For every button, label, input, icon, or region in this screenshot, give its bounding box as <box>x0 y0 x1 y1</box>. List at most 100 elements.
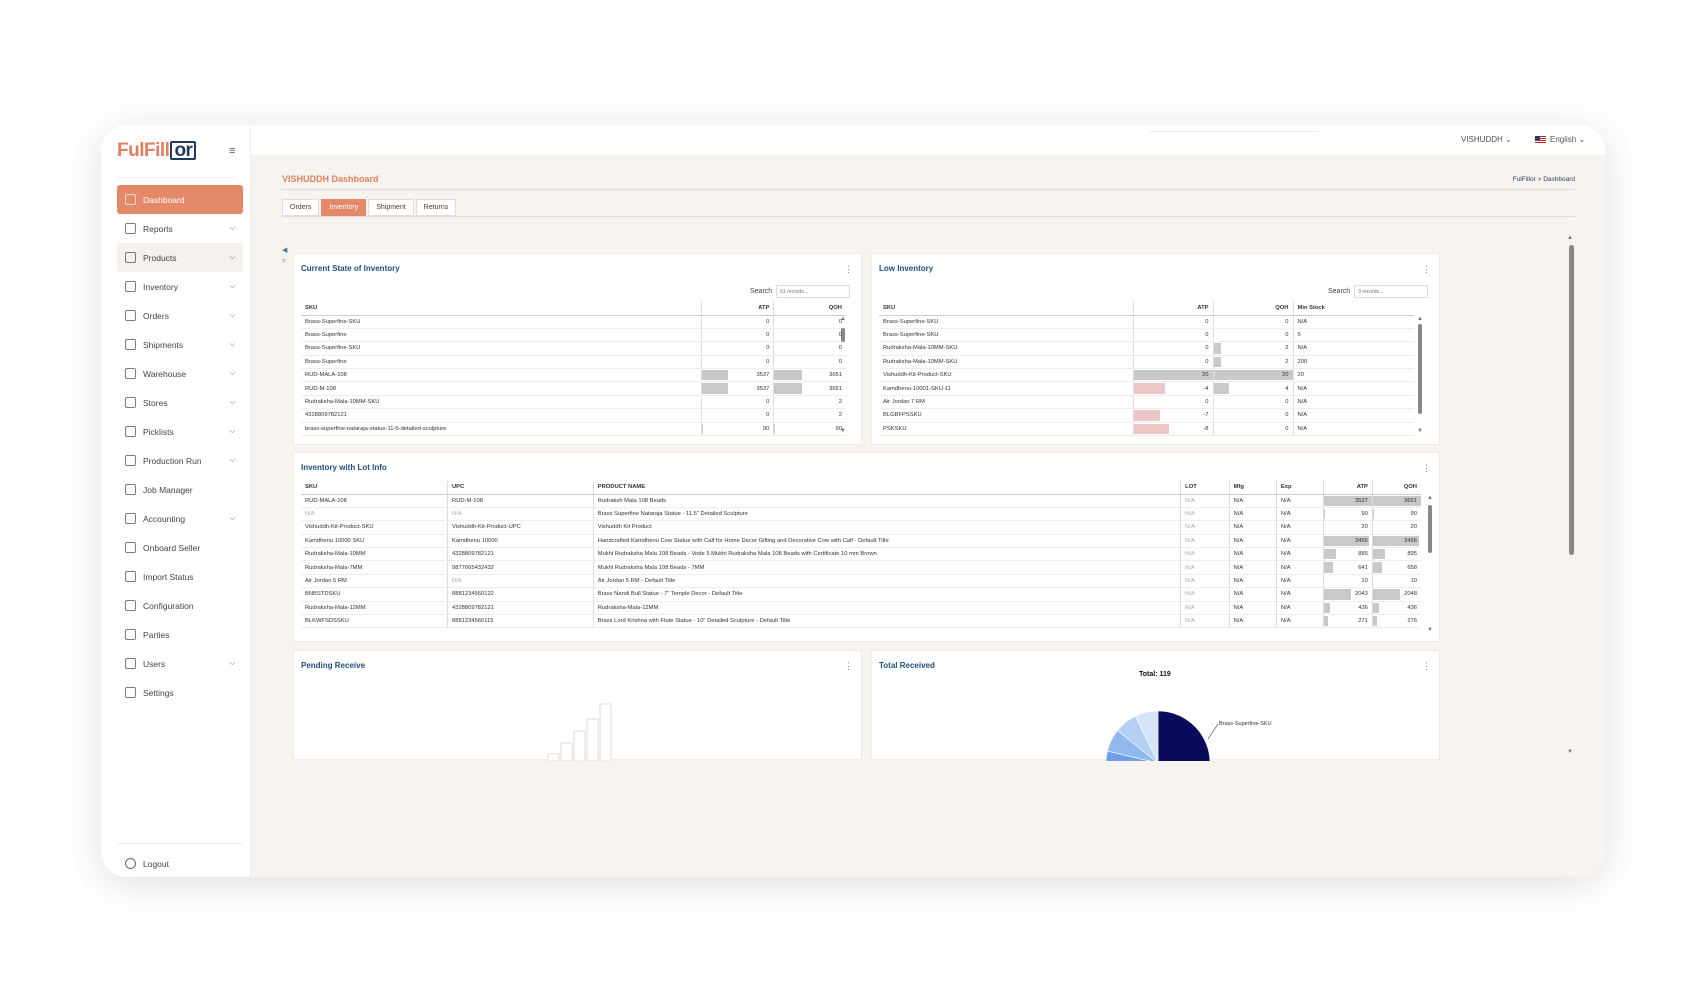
table-row[interactable]: Rudraksha-Mala-10MM-SKU 0 2 N/A <box>879 341 1414 356</box>
chart-bar[interactable] <box>573 730 586 761</box>
sidebar-item-reports[interactable]: Reports ⌵ <box>117 214 243 243</box>
app-logo[interactable]: FulFill or <box>117 140 197 162</box>
language-selector[interactable]: English ⌄ <box>1535 135 1585 144</box>
column-header-lot[interactable]: LOT <box>1180 481 1230 495</box>
scroll-down-icon[interactable]: ▼ <box>1567 749 1573 755</box>
column-header-min-stock[interactable]: Min Stock <box>1292 302 1414 316</box>
table-row[interactable]: Air Jordan 5 RM N/A Air Jordan 5 RM - Defa… <box>301 574 1421 589</box>
scroll-down-icon[interactable]: ▼ <box>1427 627 1433 633</box>
chevron-down-icon[interactable]: ⌵ <box>230 225 235 233</box>
sidebar-item-accounting[interactable]: Accounting ⌵ <box>117 504 243 533</box>
chart-bar[interactable] <box>547 753 560 761</box>
sidebar-item-orders[interactable]: Orders ⌵ <box>117 301 243 330</box>
table-row[interactable]: Brass-Superfine-SKU 0 0 5 <box>879 328 1414 343</box>
sidebar-item-import-status[interactable]: Import Status <box>117 562 243 591</box>
more-vertical-icon[interactable]: ⋮ <box>1422 463 1431 474</box>
sidebar-item-job-manager[interactable]: Job Manager <box>117 475 243 504</box>
table-row[interactable]: Brass-Superfine-SKU 0 0 <box>301 341 846 356</box>
table-row[interactable]: Kamdhenu-10001-SKU-11 -4 4 N/A <box>879 381 1414 396</box>
chevron-down-icon[interactable]: ⌵ <box>230 457 235 465</box>
more-vertical-icon[interactable]: ⋮ <box>1422 264 1431 275</box>
table-row[interactable]: Air Jordan 7 RM 0 0 N/A <box>879 395 1414 410</box>
table-row[interactable]: 4328809782121 0 2 <box>301 408 846 423</box>
sidebar-item-stores[interactable]: Stores ⌵ <box>117 388 243 417</box>
chart-bar[interactable] <box>560 742 573 761</box>
column-header-sku[interactable]: SKU <box>301 302 702 316</box>
column-header-qoh[interactable]: QOH <box>1212 302 1293 316</box>
sidebar-item-settings[interactable]: Settings <box>117 678 243 707</box>
table-row[interactable]: Rudraksha-Mala-10MM-SKU 0 2 <box>301 395 846 410</box>
user-selector[interactable]: VISHUDDH ⌄ <box>1461 135 1512 144</box>
chevron-down-icon[interactable]: ⌵ <box>230 370 235 378</box>
logout-button[interactable]: Logout <box>117 843 243 869</box>
pie-slice[interactable] <box>1157 710 1211 761</box>
scroll-up-icon[interactable]: ▲ <box>1427 495 1433 501</box>
tab-orders[interactable]: Orders <box>282 199 320 216</box>
table-row[interactable]: Rudraksha-Mala-10MM 4328809782121 Mukhi Ru… <box>301 547 1421 562</box>
collapse-left-icon[interactable]: ◀ <box>282 245 287 256</box>
table-row[interactable]: Vishuddh-Kit-Product-SKU 20 20 20 <box>879 368 1414 383</box>
table-row[interactable]: BNBSTDSKU 8881234560122 Brass Nandi Bull S… <box>301 587 1421 602</box>
column-header-sku[interactable]: SKU <box>301 481 448 495</box>
page-scrollbar[interactable]: ▲ ▼ <box>1567 235 1575 755</box>
column-header-qoh[interactable]: QOH <box>773 302 846 316</box>
column-header-atp[interactable]: ATP <box>1132 302 1213 316</box>
chevron-down-icon[interactable]: ⌵ <box>230 660 235 668</box>
column-header-qoh[interactable]: QOH <box>1371 481 1421 495</box>
table-row[interactable]: N/A N/A Brass Superfine Nataraja Statue - … <box>301 507 1421 522</box>
scroll-thumb[interactable] <box>1418 324 1422 414</box>
table-scrollbar[interactable]: ▲ ▼ <box>1417 316 1423 434</box>
table-row[interactable]: RUD-M-108 3537 3651 <box>301 381 846 396</box>
table-row[interactable]: Brass-Superfine-SKU 0 0 <box>301 315 846 329</box>
table-row[interactable]: BLKWFSDSSKU 8881234560115 Brass Lord Krish… <box>301 614 1421 629</box>
chevron-down-icon[interactable]: ⌵ <box>230 254 235 262</box>
column-header-atp[interactable]: ATP <box>1323 481 1373 495</box>
sidebar-item-shipments[interactable]: Shipments ⌵ <box>117 330 243 359</box>
table-row[interactable]: BLGBFPSSKU -7 0 N/A <box>879 408 1414 423</box>
table-row[interactable]: RUD-MALA-108 3537 3651 <box>301 368 846 383</box>
search-input[interactable] <box>1354 285 1429 298</box>
column-header-product-name[interactable]: PRODUCT NAME <box>592 481 1181 495</box>
chevron-down-icon[interactable]: ⌵ <box>230 428 235 436</box>
table-row[interactable]: Rudraksha-Mala-12MM 4328809782121 Rudraksh… <box>301 601 1421 616</box>
table-row[interactable]: Brass-Superfine 0 0 <box>301 328 846 343</box>
sidebar-item-parties[interactable]: Parties <box>117 620 243 649</box>
search-input[interactable] <box>776 285 851 298</box>
column-header-atp[interactable]: ATP <box>701 302 774 316</box>
sidebar-item-users[interactable]: Users ⌵ <box>117 649 243 678</box>
column-header-upc[interactable]: UPC <box>447 481 594 495</box>
table-row[interactable]: RUD-MALA-108 RUD-M-108 Rudraksh Mala 108 B… <box>301 494 1421 508</box>
scroll-up-icon[interactable]: ▲ <box>1567 235 1573 241</box>
scroll-thumb[interactable] <box>1569 245 1574 555</box>
more-vertical-icon[interactable]: ⋮ <box>844 264 853 275</box>
table-row[interactable]: brass-superfine-nataraja-statue-11-5-det… <box>301 422 846 437</box>
column-header-mfg[interactable]: Mfg <box>1228 481 1277 495</box>
scroll-down-icon[interactable]: ▼ <box>1417 428 1423 434</box>
sidebar-item-configuration[interactable]: Configuration <box>117 591 243 620</box>
table-row[interactable]: Brass-Superfine 0 0 <box>301 355 846 370</box>
sidebar-item-products[interactable]: Products ⌵ <box>117 243 243 272</box>
column-header-exp[interactable]: Exp <box>1275 481 1324 495</box>
sidebar-item-production-run[interactable]: Production Run ⌵ <box>117 446 243 475</box>
table-row[interactable]: Brass-Superfine-SKU 0 0 N/A <box>879 315 1414 329</box>
table-row[interactable]: Rudraksha-Mala-10MM-SKU 0 2 200 <box>879 355 1414 370</box>
sidebar-collapse-icon[interactable]: ≡ <box>229 145 235 157</box>
tab-inventory[interactable]: Inventory <box>321 199 367 216</box>
chevron-down-icon[interactable]: ⌵ <box>230 341 235 349</box>
sidebar-item-inventory[interactable]: Inventory ⌵ <box>117 272 243 301</box>
tab-returns[interactable]: Returns <box>415 199 457 216</box>
scroll-up-icon[interactable]: ▲ <box>1417 316 1423 322</box>
sidebar-item-picklists[interactable]: Picklists ⌵ <box>117 417 243 446</box>
table-row[interactable]: Vishuddh-Kit-Product-SKU Vishuddh-Kit-Pro… <box>301 520 1421 535</box>
table-scrollbar[interactable]: ▲ ▼ <box>1427 495 1433 633</box>
table-row[interactable]: PSKSKU -8 0 N/A <box>879 422 1414 437</box>
tab-shipment[interactable]: Shipment <box>368 199 414 216</box>
global-search[interactable] <box>1149 128 1319 132</box>
column-header-sku[interactable]: SKU <box>879 302 1133 316</box>
breadcrumb[interactable]: FulFillor > Dashboard <box>1513 176 1575 183</box>
chevron-down-icon[interactable]: ⌵ <box>230 515 235 523</box>
sidebar-item-warehouse[interactable]: Warehouse ⌵ <box>117 359 243 388</box>
filter-icon[interactable]: ▿ <box>282 256 287 267</box>
chart-bar[interactable] <box>599 703 612 761</box>
scroll-thumb[interactable] <box>1428 505 1432 553</box>
